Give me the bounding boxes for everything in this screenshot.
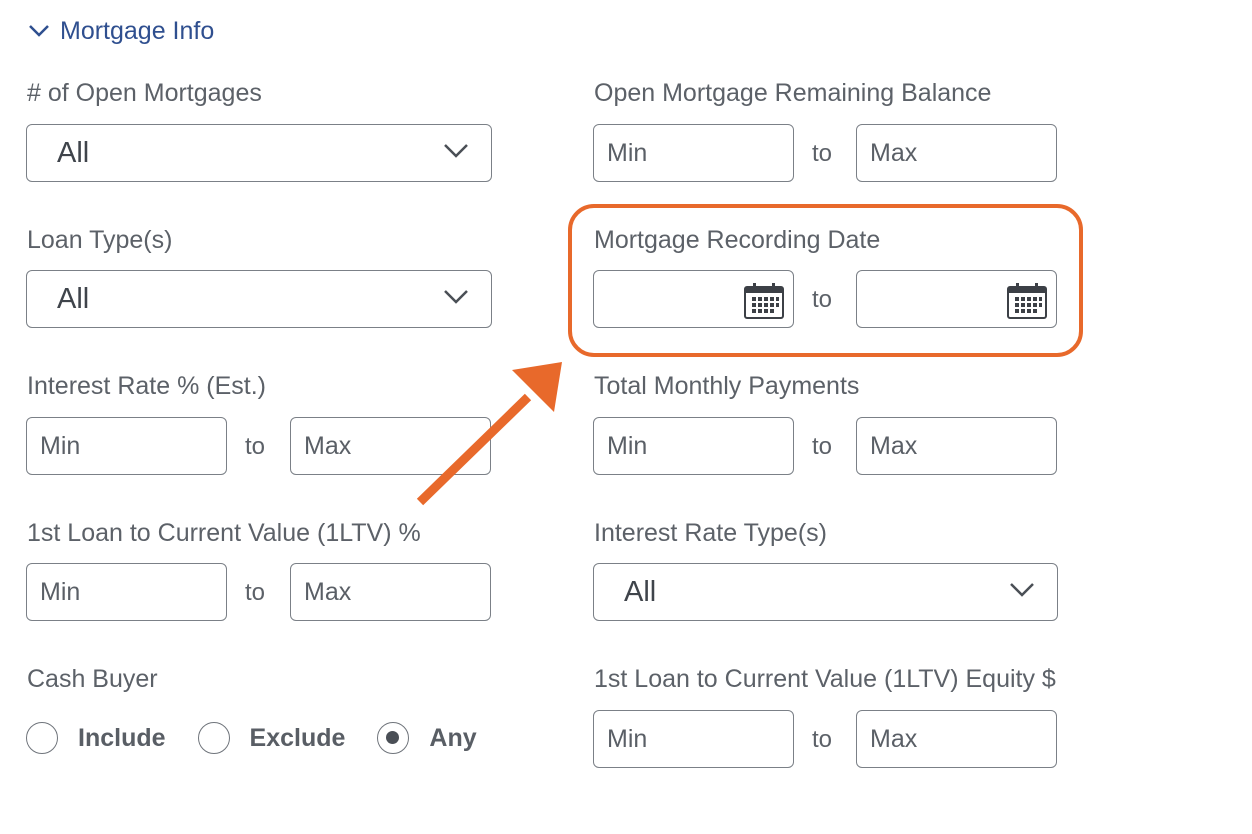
ltv-equity-max-input[interactable]: Max	[856, 710, 1057, 768]
radio-circle[interactable]	[26, 722, 58, 754]
loan-types-select[interactable]: All	[26, 270, 492, 328]
open-mortgages-value: All	[57, 136, 90, 169]
ltv-label: 1st Loan to Current Value (1LTV) %	[27, 519, 421, 547]
remaining-balance-min-placeholder: Min	[607, 138, 648, 167]
monthly-payments-max-placeholder: Max	[870, 431, 918, 460]
ltv-equity-min-input[interactable]: Min	[593, 710, 794, 768]
monthly-payments-min-input[interactable]: Min	[593, 417, 794, 475]
ltv-max-placeholder: Max	[304, 577, 352, 606]
ltv-equity-min-placeholder: Min	[607, 724, 648, 753]
monthly-payments-min-placeholder: Min	[607, 431, 648, 460]
ltv-equity-max-placeholder: Max	[870, 724, 918, 753]
remaining-balance-to: to	[812, 140, 833, 167]
ltv-to: to	[245, 579, 266, 606]
interest-rate-to: to	[245, 433, 266, 460]
interest-rate-min-placeholder: Min	[40, 431, 81, 460]
open-mortgages-select[interactable]: All	[26, 124, 492, 182]
chevron-down-icon	[444, 144, 468, 158]
rate-types-select[interactable]: All	[593, 563, 1058, 621]
monthly-payments-label: Total Monthly Payments	[594, 372, 860, 400]
interest-rate-min-input[interactable]: Min	[26, 417, 227, 475]
monthly-payments-max-input[interactable]: Max	[856, 417, 1057, 475]
loan-types-label: Loan Type(s)	[27, 226, 173, 254]
chevron-down-icon	[29, 25, 49, 37]
loan-types-value: All	[57, 282, 90, 315]
interest-rate-max-input[interactable]: Max	[290, 417, 491, 475]
ltv-equity-to: to	[812, 726, 833, 753]
remaining-balance-max-placeholder: Max	[870, 138, 918, 167]
radio-label-include: Include	[78, 723, 166, 752]
rate-types-label: Interest Rate Type(s)	[594, 519, 827, 547]
interest-rate-max-placeholder: Max	[304, 431, 352, 460]
ltv-min-input[interactable]: Min	[26, 563, 227, 621]
ltv-equity-label: 1st Loan to Current Value (1LTV) Equity …	[594, 665, 1056, 693]
open-mortgages-label: # of Open Mortgages	[27, 79, 262, 107]
radio-circle[interactable]	[197, 722, 230, 754]
ltv-max-input[interactable]: Max	[290, 563, 491, 621]
section-title: Mortgage Info	[60, 16, 215, 45]
ltv-min-placeholder: Min	[40, 577, 81, 606]
interest-rate-label: Interest Rate % (Est.)	[27, 372, 266, 400]
rate-types-value: All	[624, 575, 657, 608]
radio-label-any: Any	[429, 723, 477, 752]
mortgage-info-toggle[interactable]: Mortgage Info	[28, 14, 214, 48]
cash-buyer-any-radio[interactable]: Any	[377, 722, 477, 754]
annotation-highlight-box	[568, 204, 1083, 357]
cash-buyer-exclude-radio[interactable]: Exclude	[197, 722, 346, 754]
cash-buyer-radio-group: Include Exclude Any	[26, 722, 509, 754]
remaining-balance-label: Open Mortgage Remaining Balance	[594, 79, 992, 107]
chevron-down-icon	[1010, 583, 1034, 597]
monthly-payments-to: to	[812, 433, 833, 460]
remaining-balance-max-input[interactable]: Max	[856, 124, 1057, 182]
cash-buyer-label: Cash Buyer	[27, 665, 158, 693]
cash-buyer-include-radio[interactable]: Include	[26, 722, 166, 754]
radio-circle-selected[interactable]	[377, 722, 410, 754]
radio-label-exclude: Exclude	[249, 723, 346, 752]
chevron-down-icon	[444, 290, 468, 304]
remaining-balance-min-input[interactable]: Min	[593, 124, 794, 182]
